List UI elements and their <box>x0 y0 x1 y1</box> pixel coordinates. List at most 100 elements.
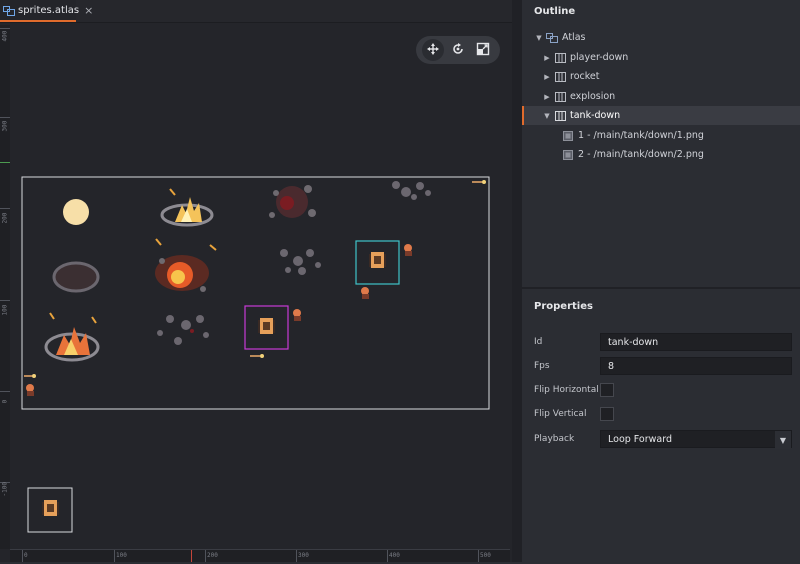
sprite-player-3 <box>293 309 301 321</box>
ruler-tick <box>387 550 388 562</box>
sprite-bonfire <box>44 312 100 362</box>
ruler-label: 0 <box>1 399 9 404</box>
flip-horizontal-label: Flip Horizontal <box>534 385 599 395</box>
move-icon <box>426 41 440 60</box>
ruler-tick <box>0 208 10 209</box>
move-tool-button[interactable] <box>421 39 444 61</box>
sprite-explosion-dark <box>269 185 316 218</box>
ruler-label: 200 <box>1 212 9 224</box>
tab-sprites-atlas[interactable]: sprites.atlas × <box>0 0 93 22</box>
sprite-smoke-cloud <box>280 249 321 275</box>
rotate-icon <box>451 41 465 60</box>
sprite-rocket-top <box>472 180 486 184</box>
image-icon <box>562 130 574 142</box>
tree-item-frame-1[interactable]: 1 - /main/tank/down/1.png <box>522 126 800 145</box>
fps-label: Fps <box>534 361 550 371</box>
tree-item-tank-down[interactable]: ▼ tank-down <box>522 106 800 125</box>
tab-label: sprites.atlas <box>18 4 80 16</box>
rotate-tool-button[interactable] <box>447 39 469 61</box>
sprite-player-4 <box>26 384 34 396</box>
flip-horizontal-checkbox[interactable] <box>600 383 614 397</box>
ruler-tick <box>0 391 10 392</box>
close-tab-icon[interactable]: × <box>84 4 93 17</box>
ruler-label: 400 <box>389 552 400 559</box>
transform-toolbar <box>416 36 500 64</box>
scene-canvas[interactable] <box>10 25 510 549</box>
id-label: Id <box>534 337 543 347</box>
outline-title: Outline <box>534 6 576 17</box>
ruler-tick <box>22 550 23 562</box>
sprite-tank-1 <box>369 252 386 268</box>
sprite-smoke-puffs <box>392 181 431 200</box>
ruler-label: 400 <box>1 30 9 42</box>
playback-value: Loop Forward <box>608 434 673 445</box>
animation-icon <box>554 52 566 64</box>
tree-item-player-down[interactable]: ▶ player-down <box>522 48 800 67</box>
image-icon <box>562 149 574 161</box>
ruler-label: -100 <box>1 482 9 497</box>
ruler-tick <box>0 117 10 118</box>
sprite-rocket-mid <box>250 354 264 358</box>
tab-bar: sprites.atlas × <box>0 0 512 23</box>
ruler-tick <box>0 300 10 301</box>
properties-panel: Properties Id tank-down Fps 8 Flip Horiz… <box>522 287 800 564</box>
ruler-tick <box>114 550 115 562</box>
chevron-down-icon[interactable]: ▼ <box>775 431 791 449</box>
collapse-arrow-icon[interactable]: ▶ <box>542 54 552 62</box>
tree-item-label: rocket <box>570 71 600 82</box>
tree-item-explosion[interactable]: ▶ explosion <box>522 87 800 106</box>
flip-vertical-checkbox[interactable] <box>600 407 614 421</box>
ruler-tick <box>478 550 479 562</box>
ruler-label: 300 <box>1 120 9 132</box>
collapse-arrow-icon[interactable]: ▶ <box>542 93 552 101</box>
tree-item-label: 1 - /main/tank/down/1.png <box>578 130 704 141</box>
ruler-label: 200 <box>207 552 218 559</box>
scale-icon <box>476 41 490 60</box>
ruler-tick <box>0 162 10 163</box>
sprite-player-2 <box>361 287 369 299</box>
atlas-editor: sprites.atlas × 400 300 200 100 0 -100 0… <box>0 0 512 562</box>
atlas-icon <box>546 32 558 44</box>
flip-vertical-label: Flip Vertical <box>534 409 587 419</box>
animation-preview-tank <box>42 500 59 516</box>
tree-item-atlas[interactable]: ▼ Atlas <box>522 28 800 47</box>
tree-item-label: Atlas <box>562 32 586 43</box>
playback-select[interactable]: Loop Forward ▼ <box>600 430 792 449</box>
animation-icon <box>554 91 566 103</box>
outline-panel: Outline ▼ Atlas ▶ player-down ▶ rocket ▶… <box>522 0 800 287</box>
id-field[interactable]: tank-down <box>600 333 792 351</box>
atlas-bounds <box>21 176 490 410</box>
atlas-file-icon <box>3 1 15 20</box>
expand-arrow-icon[interactable]: ▼ <box>542 112 552 120</box>
ruler-label: 500 <box>480 552 491 559</box>
ruler-tick <box>296 550 297 562</box>
tree-item-label: player-down <box>570 52 629 63</box>
sprite-explosion-fire <box>155 238 217 292</box>
properties-title: Properties <box>534 301 593 312</box>
sprite-rocket-left <box>24 374 36 378</box>
sprite-tank-2 <box>258 318 275 334</box>
selection-indicator <box>522 106 524 125</box>
sprite-player-1 <box>404 244 412 256</box>
playback-label: Playback <box>534 434 575 444</box>
sprite-sun <box>63 199 89 225</box>
ruler-label: 300 <box>298 552 309 559</box>
fps-field[interactable]: 8 <box>600 357 792 375</box>
expand-arrow-icon[interactable]: ▼ <box>534 34 544 42</box>
animation-icon <box>554 110 566 122</box>
ruler-tick <box>191 550 192 562</box>
scale-tool-button[interactable] <box>472 39 494 61</box>
tree-item-rocket[interactable]: ▶ rocket <box>522 67 800 86</box>
tree-item-frame-2[interactable]: 2 - /main/tank/down/2.png <box>522 145 800 164</box>
ruler-label: 100 <box>116 552 127 559</box>
animation-icon <box>554 71 566 83</box>
ruler-tick <box>205 550 206 562</box>
ruler-label: 100 <box>1 304 9 316</box>
horizontal-ruler: 0 100 200 300 400 500 <box>10 549 510 562</box>
sprite-smoke-ring <box>157 315 209 345</box>
panel-divider[interactable] <box>512 0 522 562</box>
sprite-flame-small <box>160 188 214 227</box>
sprite-crater <box>52 261 100 293</box>
ruler-tick <box>0 28 10 29</box>
collapse-arrow-icon[interactable]: ▶ <box>542 73 552 81</box>
